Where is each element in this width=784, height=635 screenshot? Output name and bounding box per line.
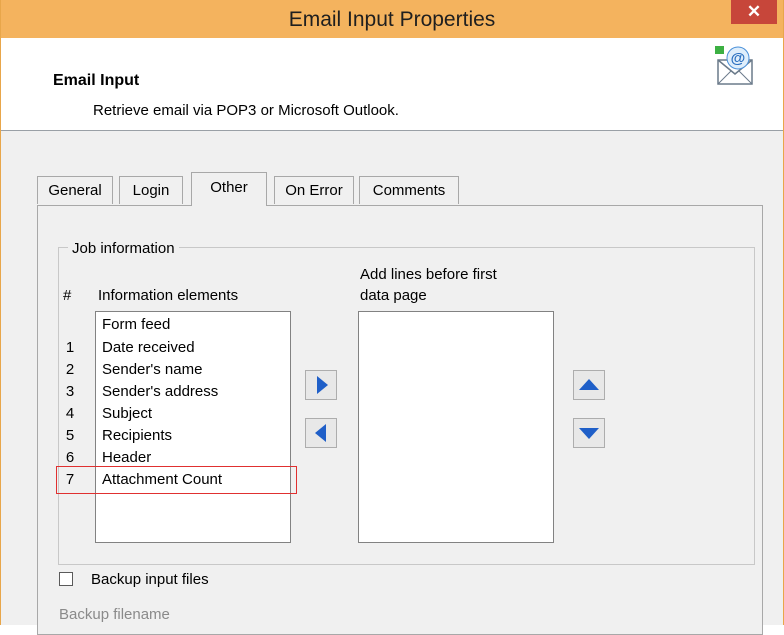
tab-label: Other bbox=[210, 179, 248, 196]
item-number: 3 bbox=[65, 383, 75, 400]
backup-filename-label: Backup filename bbox=[59, 606, 170, 623]
backup-input-files-label[interactable]: Backup input files bbox=[91, 571, 209, 588]
backup-input-files-checkbox[interactable] bbox=[59, 572, 73, 586]
list-item-header[interactable]: Header bbox=[102, 449, 151, 466]
highlight-box bbox=[56, 466, 297, 494]
tab-login[interactable]: Login bbox=[119, 176, 183, 204]
close-icon: ✕ bbox=[746, 2, 762, 21]
remove-left-button[interactable] bbox=[305, 418, 337, 448]
header-title: Email Input bbox=[53, 72, 140, 89]
information-elements-header: Information elements bbox=[98, 287, 239, 304]
tab-general[interactable]: General bbox=[37, 176, 113, 204]
dialog-header: Email Input Retrieve email via POP3 or M… bbox=[1, 38, 783, 131]
tab-on-error[interactable]: On Error bbox=[274, 176, 354, 204]
dialog-window: Email Input Properties ✕ Email Input Ret… bbox=[0, 0, 784, 635]
item-number: 2 bbox=[65, 361, 75, 378]
title-bar[interactable]: Email Input Properties ✕ bbox=[1, 0, 783, 38]
item-number: 5 bbox=[65, 427, 75, 444]
add-lines-header-line1: Add lines before first bbox=[360, 266, 497, 283]
number-column-header: # bbox=[63, 287, 72, 304]
list-item-recipients[interactable]: Recipients bbox=[102, 427, 172, 444]
list-item-subject[interactable]: Subject bbox=[102, 405, 152, 422]
tab-label: Login bbox=[132, 182, 170, 199]
triangle-down-icon bbox=[579, 428, 599, 439]
tab-label: Comments bbox=[372, 182, 446, 199]
list-item-form-feed[interactable]: Form feed bbox=[102, 316, 170, 333]
close-button[interactable]: ✕ bbox=[731, 0, 777, 24]
tab-label: On Error bbox=[285, 182, 343, 199]
add-lines-header-line2: data page bbox=[360, 287, 427, 304]
add-right-button[interactable] bbox=[305, 370, 337, 400]
item-number: 1 bbox=[65, 339, 75, 356]
move-down-button[interactable] bbox=[573, 418, 605, 448]
tab-other[interactable]: Other bbox=[191, 172, 267, 206]
list-item-senders-name[interactable]: Sender's name bbox=[102, 361, 202, 378]
list-item-senders-address[interactable]: Sender's address bbox=[102, 383, 218, 400]
item-number: 6 bbox=[65, 449, 75, 466]
group-label: Job information bbox=[68, 240, 179, 257]
triangle-up-icon bbox=[579, 379, 599, 390]
tab-label: General bbox=[48, 182, 102, 199]
add-lines-header: Add lines before first data page bbox=[360, 264, 497, 306]
move-up-button[interactable] bbox=[573, 370, 605, 400]
header-description: Retrieve email via POP3 or Microsoft Out… bbox=[93, 102, 399, 119]
item-number: 4 bbox=[65, 405, 75, 422]
triangle-right-icon bbox=[317, 376, 328, 394]
tab-comments[interactable]: Comments bbox=[359, 176, 459, 204]
list-item-date-received[interactable]: Date received bbox=[102, 339, 195, 356]
triangle-left-icon bbox=[315, 424, 326, 442]
email-icon: @ bbox=[715, 46, 753, 85]
lines-before-first-page-list[interactable] bbox=[358, 311, 554, 543]
svg-text:@: @ bbox=[731, 50, 746, 67]
window-title: Email Input Properties bbox=[288, 8, 496, 31]
